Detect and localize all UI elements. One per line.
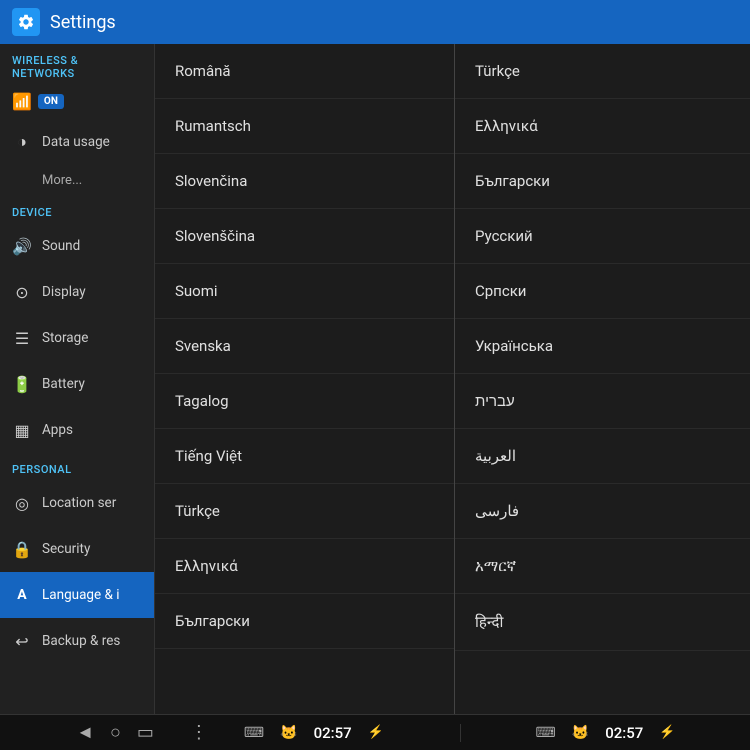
- notification-icon: 🐱: [280, 725, 297, 741]
- sidebar-item-sound[interactable]: 🔊 Sound: [0, 223, 154, 269]
- list-item[interactable]: Türkçe: [455, 44, 750, 99]
- list-item[interactable]: Ελληνικά: [455, 99, 750, 154]
- list-item[interactable]: Svenska: [155, 319, 454, 374]
- section-header-wireless: WIRELESS & NETWORKS: [0, 44, 154, 84]
- title-bar: Settings: [0, 0, 750, 44]
- menu-button[interactable]: ⋮: [190, 722, 208, 743]
- list-item[interactable]: Suomi: [155, 264, 454, 319]
- section-header-device: DEVICE: [0, 196, 154, 223]
- sidebar-item-battery[interactable]: 🔋 Battery: [0, 361, 154, 407]
- sidebar-item-label: Backup & res: [42, 633, 120, 649]
- sidebar-item-label: Apps: [42, 422, 73, 438]
- sidebar-item-apps[interactable]: ▦ Apps: [0, 407, 154, 453]
- list-item[interactable]: Rumantsch: [155, 99, 454, 154]
- list-item[interactable]: Slovenščina: [155, 209, 454, 264]
- sidebar-item-label: Language & i: [42, 587, 120, 603]
- sidebar-item-label: Display: [42, 284, 86, 300]
- home-button[interactable]: ○: [110, 722, 121, 743]
- sidebar-item-label: Storage: [42, 330, 88, 346]
- sidebar-item-language[interactable]: A Language & i: [0, 572, 154, 618]
- sidebar-item-label: Security: [42, 541, 90, 557]
- section-header-personal: PERSONAL: [0, 453, 154, 480]
- usb-icon-right: ⌨: [536, 725, 556, 741]
- location-icon: ◎: [12, 493, 32, 513]
- sidebar-item-security[interactable]: 🔒 Security: [0, 526, 154, 572]
- sidebar-item-more[interactable]: More...: [0, 165, 154, 196]
- list-item[interactable]: Български: [455, 154, 750, 209]
- list-item[interactable]: Українська: [455, 319, 750, 374]
- sidebar-item-label: Battery: [42, 376, 85, 392]
- usb-icon: ⌨: [244, 725, 264, 741]
- sidebar-item-storage[interactable]: ☰ Storage: [0, 315, 154, 361]
- sidebar: WIRELESS & NETWORKS 📶 ON ◑ Data usage Mo…: [0, 44, 155, 714]
- sidebar-item-location[interactable]: ◎ Location ser: [0, 480, 154, 526]
- wifi-icon: 📶: [12, 92, 32, 111]
- sidebar-item-label: Location ser: [42, 495, 116, 511]
- sidebar-item-wifi[interactable]: 📶 ON: [0, 84, 154, 119]
- battery-icon-left: ⚡: [368, 725, 384, 740]
- list-item[interactable]: Slovenčina: [155, 154, 454, 209]
- right-language-panel: Türkçe Ελληνικά Български Русский Српски…: [455, 44, 750, 714]
- status-bar: ◄ ○ ▭ ⋮ ⌨ 🐱 02:57 ⚡ ⌨ 🐱 02:57 ⚡: [0, 714, 750, 750]
- wifi-toggle[interactable]: ON: [38, 94, 64, 109]
- middle-language-panel: Română Rumantsch Slovenčina Slovenščina …: [155, 44, 455, 714]
- list-item[interactable]: Tagalog: [155, 374, 454, 429]
- apps-icon: ▦: [12, 420, 32, 440]
- list-item[interactable]: Tiếng Việt: [155, 429, 454, 484]
- list-item[interactable]: Ελληνικά: [155, 539, 454, 594]
- sidebar-item-label: Sound: [42, 238, 80, 254]
- battery-icon-right: ⚡: [659, 725, 675, 740]
- list-item[interactable]: Türkçe: [155, 484, 454, 539]
- status-bar-right: ⌨ 🐱 02:57 ⚡: [460, 724, 750, 742]
- sidebar-item-label: Data usage: [42, 134, 110, 150]
- notification-icon-right: 🐱: [572, 725, 589, 741]
- list-item[interactable]: Русский: [455, 209, 750, 264]
- clock-right: 02:57: [605, 724, 643, 742]
- page-title: Settings: [50, 12, 116, 33]
- settings-app-icon: [12, 8, 40, 36]
- more-label: More...: [42, 173, 82, 188]
- main-content: WIRELESS & NETWORKS 📶 ON ◑ Data usage Mo…: [0, 44, 750, 714]
- list-item[interactable]: العربية: [455, 429, 750, 484]
- list-item[interactable]: हिन्दी: [455, 594, 750, 651]
- display-icon: ⊙: [12, 282, 32, 302]
- list-item[interactable]: Română: [155, 44, 454, 99]
- sidebar-item-data-usage[interactable]: ◑ Data usage: [0, 119, 154, 165]
- storage-icon: ☰: [12, 328, 32, 348]
- sidebar-item-backup[interactable]: ↩ Backup & res: [0, 618, 154, 664]
- sidebar-item-display[interactable]: ⊙ Display: [0, 269, 154, 315]
- data-usage-icon: ◑: [12, 132, 32, 152]
- clock-left: 02:57: [314, 724, 352, 742]
- list-item[interactable]: فارسی: [455, 484, 750, 539]
- list-item[interactable]: አማርኛ: [455, 539, 750, 594]
- list-item[interactable]: Српски: [455, 264, 750, 319]
- language-icon: A: [12, 585, 32, 605]
- list-item[interactable]: עברית: [455, 374, 750, 429]
- recents-button[interactable]: ▭: [137, 722, 154, 743]
- battery-icon: 🔋: [12, 374, 32, 394]
- list-item[interactable]: Български: [155, 594, 454, 649]
- security-icon: 🔒: [12, 539, 32, 559]
- sound-icon: 🔊: [12, 236, 32, 256]
- back-button[interactable]: ◄: [76, 722, 94, 743]
- status-bar-left: ◄ ○ ▭ ⋮ ⌨ 🐱 02:57 ⚡: [0, 722, 460, 743]
- backup-icon: ↩: [12, 631, 32, 651]
